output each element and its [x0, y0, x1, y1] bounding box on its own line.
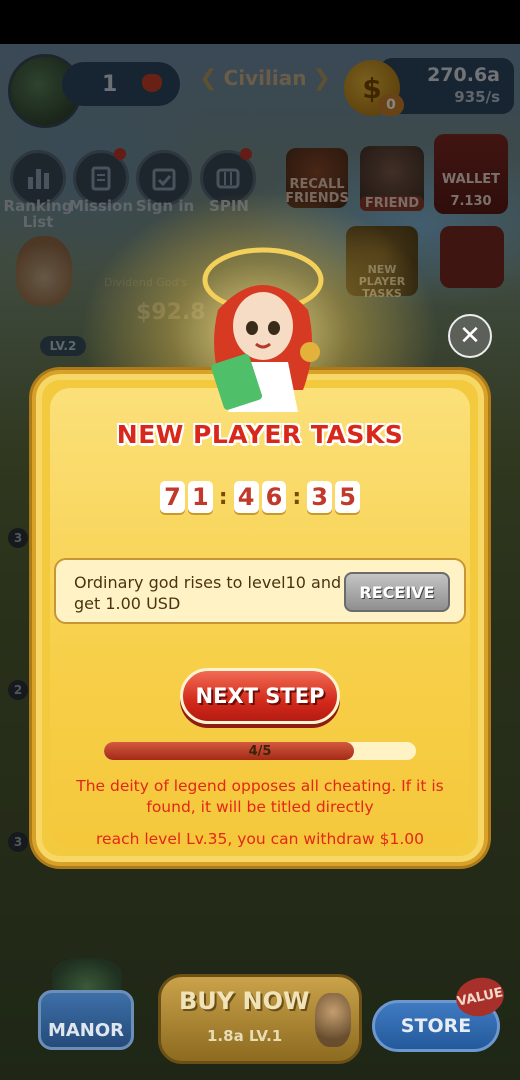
manor-button[interactable]: MANOR: [38, 990, 134, 1050]
anti-cheat-warning: The deity of legend opposes all cheating…: [76, 777, 444, 816]
close-button[interactable]: ✕: [448, 314, 492, 358]
countdown-timer: 7 1 : 4 6 : 3 5: [160, 480, 360, 514]
receive-button[interactable]: RECEIVE: [344, 572, 450, 612]
dialog-title: NEW PLAYER TASKS: [116, 420, 404, 449]
timer-digit: 5: [335, 481, 360, 513]
task-description: Ordinary god rises to level10 and get 1.…: [74, 573, 342, 613]
status-bar: [0, 0, 520, 44]
task-card: Ordinary god rises to level10 and get 1.…: [54, 558, 466, 624]
timer-digit: 4: [233, 481, 259, 513]
next-step-button[interactable]: NEXT STEP: [180, 668, 340, 724]
buy-now-price: 1.8a LV.1: [207, 1027, 283, 1045]
game-screen: 1 ❮ Civilian ❯ 270.6a 935/s $ 0 Ranking …: [0, 0, 520, 1080]
task-progress-bar: 4/5: [104, 742, 416, 760]
buy-now-label: BUY NOW: [179, 987, 310, 1015]
timer-colon: :: [292, 484, 302, 510]
goddess-mascot-icon: [202, 247, 324, 412]
timer-digit: 3: [307, 481, 333, 513]
timer-colon: :: [218, 484, 228, 510]
progress-label: 4/5: [248, 743, 272, 759]
close-icon: ✕: [459, 321, 481, 351]
timer-digit: 1: [187, 481, 213, 513]
timer-digit: 6: [261, 481, 287, 513]
timer-digit: 7: [160, 481, 185, 513]
buy-now-button[interactable]: BUY NOW 1.8a LV.1: [158, 974, 362, 1064]
character-icon: [315, 993, 351, 1047]
withdraw-requirement: reach level Lv.35, you can withdraw $1.0…: [96, 830, 424, 848]
